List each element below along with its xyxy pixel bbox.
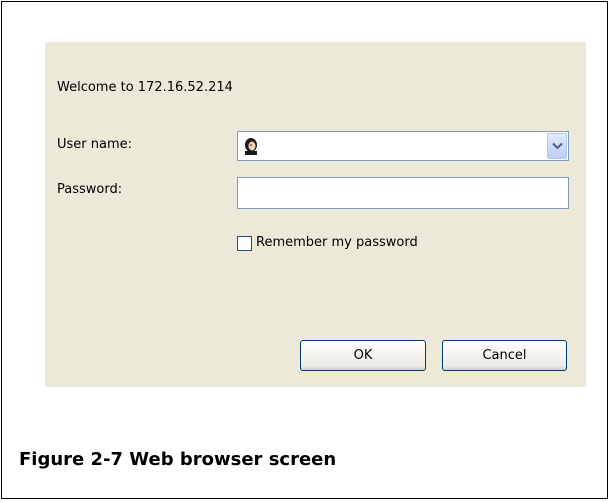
figure-caption: Figure 2-7 Web browser screen bbox=[19, 449, 337, 470]
welcome-message: Welcome to 172.16.52.214 bbox=[57, 80, 233, 95]
figure-frame: Welcome to 172.16.52.214 User name: Pass… bbox=[1, 1, 608, 499]
remember-password-checkbox[interactable] bbox=[237, 236, 252, 251]
username-dropdown-button[interactable] bbox=[547, 133, 567, 159]
remember-password-label[interactable]: Remember my password bbox=[256, 235, 418, 250]
user-icon bbox=[242, 137, 260, 155]
username-label: User name: bbox=[57, 137, 133, 152]
chevron-down-icon bbox=[552, 142, 563, 150]
username-combobox[interactable] bbox=[237, 131, 569, 161]
ok-button[interactable]: OK bbox=[300, 340, 426, 371]
password-input[interactable] bbox=[237, 177, 569, 209]
cancel-button[interactable]: Cancel bbox=[442, 340, 567, 371]
login-dialog: Welcome to 172.16.52.214 User name: Pass… bbox=[45, 42, 586, 387]
password-label: Password: bbox=[57, 182, 123, 197]
